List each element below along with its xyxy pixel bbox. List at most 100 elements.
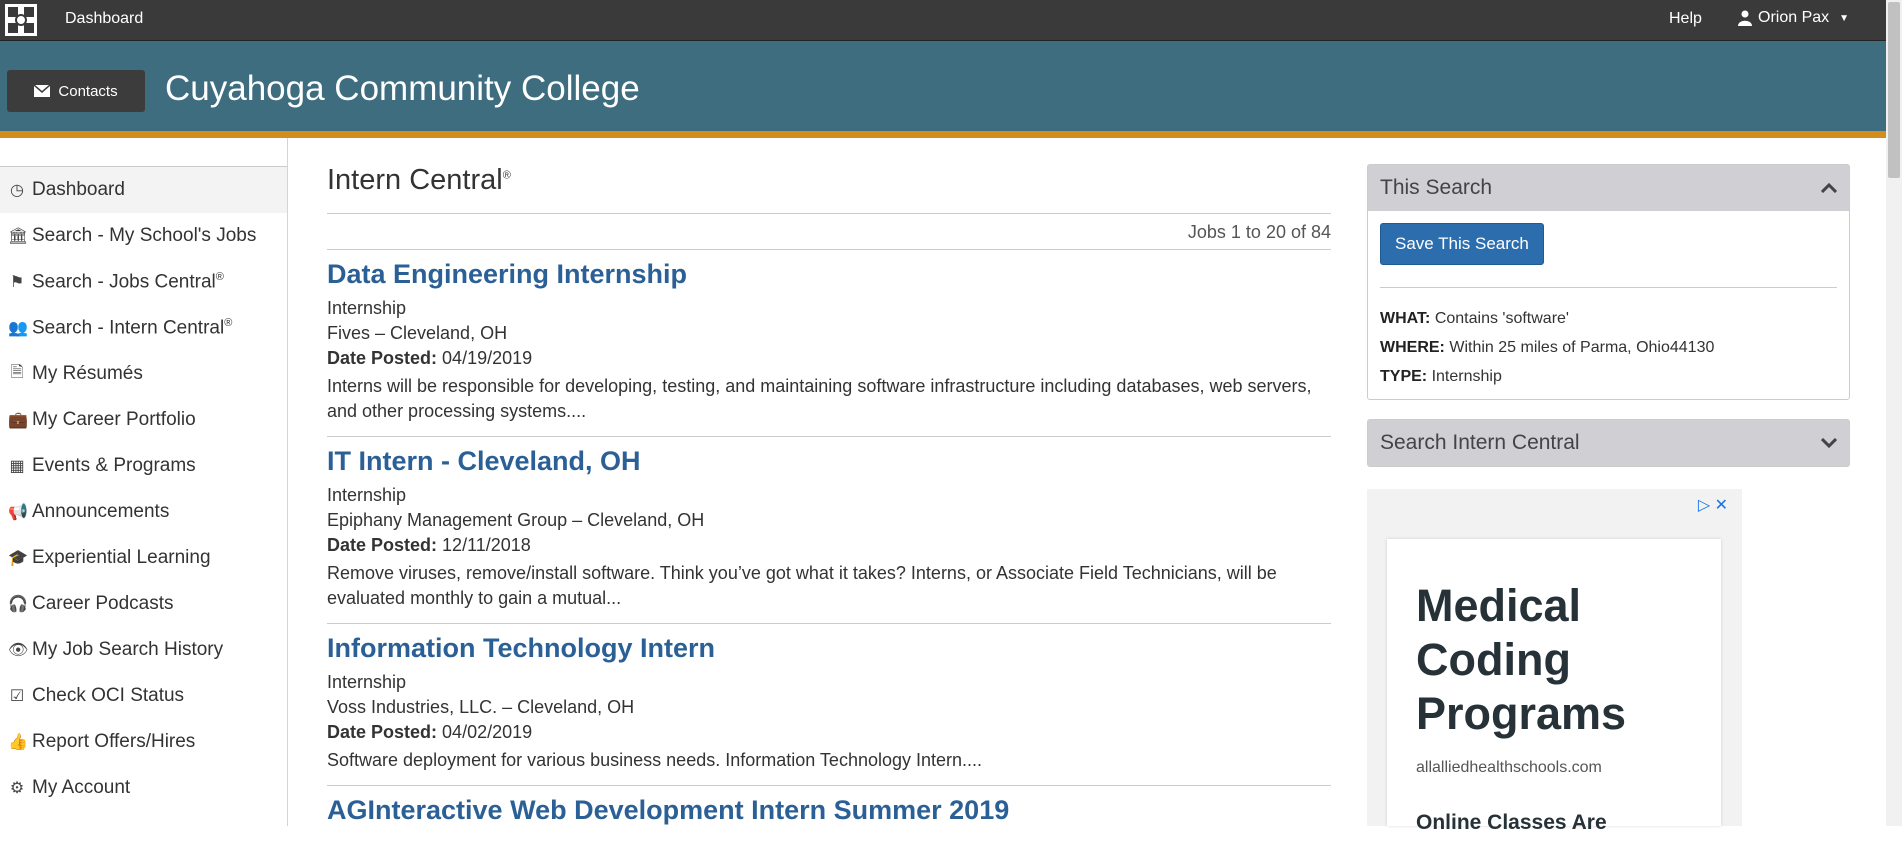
sidebar-item-report-offers[interactable]: 👍 Report Offers/Hires — [0, 719, 287, 765]
chevron-up-icon[interactable] — [1821, 183, 1837, 193]
ad-controls[interactable]: ▷ ✕ — [1698, 495, 1728, 515]
sidebar-item-career-portfolio[interactable]: 💼 My Career Portfolio — [0, 397, 287, 443]
sidebar-item-label: Search - Jobs Central® — [32, 270, 224, 293]
close-icon[interactable]: ✕ — [1715, 497, 1728, 514]
institution-icon: 🏛 — [8, 228, 29, 245]
search-intern-central-heading: Search Intern Central — [1380, 431, 1580, 454]
save-search-button[interactable]: Save This Search — [1380, 223, 1544, 265]
sidebar-item-label: My Account — [32, 777, 131, 798]
sidebar-item-label: Search - Intern Central® — [32, 316, 233, 339]
job-listing: Data Engineering Internship Internship F… — [327, 250, 1331, 437]
top-dashboard-link[interactable]: Dashboard — [65, 10, 143, 28]
sidebar: ◷ Dashboard 🏛 Search - My School's Jobs … — [0, 138, 288, 826]
criteria-where: WHERE: Within 25 miles of Parma, Ohio441… — [1380, 339, 1715, 356]
headphones-icon: 🎧 — [8, 596, 28, 613]
flag-icon: ⚑ — [9, 274, 25, 291]
logo-icon[interactable] — [5, 4, 37, 36]
job-listing: AGInteractive Web Development Intern Sum… — [327, 786, 1331, 844]
page-scrollbar[interactable] — [1886, 0, 1902, 826]
sidebar-item-search-history[interactable]: 👁 My Job Search History — [0, 627, 287, 673]
this-search-header[interactable]: This Search — [1368, 165, 1849, 211]
sidebar-item-label: Search - My School's Jobs — [32, 225, 257, 246]
college-title: Cuyahoga Community College — [165, 69, 640, 108]
user-icon — [1738, 10, 1752, 26]
job-company: Fives – Cleveland, OH — [327, 323, 508, 343]
job-listing: Information Technology Intern Internship… — [327, 624, 1331, 786]
sidebar-item-label: Check OCI Status — [32, 685, 185, 706]
ad-domain: allalliedhealthschools.com — [1416, 759, 1602, 776]
ad-headline[interactable]: Medical Coding Programs — [1416, 579, 1706, 741]
job-description: Interns will be responsible for developi… — [327, 376, 1312, 421]
college-header: Contacts Cuyahoga Community College — [0, 41, 1886, 138]
job-type: Internship — [327, 298, 407, 318]
job-description: Software deployment for various business… — [327, 750, 983, 770]
job-title-link[interactable]: IT Intern - Cleveland, OH — [327, 443, 1331, 479]
help-link[interactable]: Help — [1669, 10, 1702, 28]
envelope-icon — [34, 85, 51, 97]
page-title: Intern Central® — [327, 164, 511, 196]
sidebar-item-label: Events & Programs — [32, 455, 196, 476]
users-icon: 👥 — [8, 320, 28, 337]
sidebar-item-label: Dashboard — [32, 179, 125, 200]
sidebar-item-label: Career Podcasts — [32, 593, 174, 614]
sidebar-item-label: My Career Portfolio — [32, 409, 196, 430]
sidebar-item-podcasts[interactable]: 🎧 Career Podcasts — [0, 581, 287, 627]
job-title-link[interactable]: AGInteractive Web Development Intern Sum… — [327, 792, 1331, 828]
ad-subheadline: Online Classes Are — [1416, 811, 1607, 834]
job-date: Date Posted: 12/11/2018 — [327, 535, 531, 555]
sidebar-item-label: Experiential Learning — [32, 547, 211, 568]
this-search-heading: This Search — [1380, 176, 1493, 199]
this-search-body: Save This Search WHAT: Contains 'softwar… — [1368, 211, 1849, 399]
sidebar-item-label: My Job Search History — [32, 639, 224, 660]
search-intern-central-panel: Search Intern Central — [1367, 419, 1850, 467]
calendar-icon: ▦ — [9, 458, 25, 475]
contacts-label: Contacts — [58, 82, 118, 100]
sidebar-item-oci-status[interactable]: ☑ Check OCI Status — [0, 673, 287, 719]
job-company: Voss Industries, LLC. – Cleveland, OH — [327, 697, 635, 717]
divider — [1380, 287, 1837, 288]
chevron-down-icon[interactable] — [1821, 438, 1837, 448]
criteria-type: TYPE: Internship — [1380, 368, 1502, 385]
briefcase-icon: 💼 — [8, 412, 28, 429]
user-name: Orion Pax — [1758, 9, 1830, 26]
main-content: Intern Central® Jobs 1 to 20 of 84 Data … — [327, 138, 1331, 844]
clock-icon: ◷ — [10, 182, 24, 199]
cogs-icon: ⚙ — [9, 780, 25, 797]
thumbs-up-icon: 👍 — [8, 734, 28, 751]
sidebar-item-resumes[interactable]: 🗎 My Résumés — [0, 351, 287, 397]
eye-icon: 👁 — [8, 642, 29, 659]
advertisement[interactable]: ▷ ✕ Medical Coding Programs allalliedhea… — [1367, 489, 1742, 834]
bullhorn-icon: 📢 — [8, 504, 28, 521]
sidebar-item-intern-central[interactable]: 👥 Search - Intern Central® — [0, 305, 287, 351]
check-square-icon: ☑ — [9, 688, 25, 705]
scrollbar-thumb[interactable] — [1888, 2, 1900, 178]
sidebar-item-experiential-learning[interactable]: 🎓 Experiential Learning — [0, 535, 287, 581]
job-listing: IT Intern - Cleveland, OH Internship Epi… — [327, 437, 1331, 624]
top-navbar: Dashboard Help Orion Pax ▼ — [0, 0, 1886, 41]
graduation-cap-icon: 🎓 — [8, 550, 28, 567]
criteria-what: WHAT: Contains 'software' — [1380, 310, 1569, 327]
chevron-down-icon: ▼ — [1839, 12, 1850, 24]
job-date: Date Posted: 04/19/2019 — [327, 348, 533, 368]
job-title-link[interactable]: Data Engineering Internship — [327, 256, 1331, 292]
ad-card[interactable]: Medical Coding Programs allalliedhealths… — [1387, 539, 1721, 834]
job-type: Internship — [327, 672, 407, 692]
sidebar-item-jobs-central[interactable]: ⚑ Search - Jobs Central® — [0, 259, 287, 305]
ad-choices-icon[interactable]: ▷ — [1698, 497, 1710, 514]
job-type: Internship — [327, 485, 407, 505]
contacts-button[interactable]: Contacts — [7, 70, 145, 112]
sidebar-item-announcements[interactable]: 📢 Announcements — [0, 489, 287, 535]
job-description: Remove viruses, remove/install software.… — [327, 563, 1277, 608]
user-menu[interactable]: Orion Pax ▼ — [1738, 9, 1849, 27]
job-title-link[interactable]: Information Technology Intern — [327, 630, 1331, 666]
sidebar-item-events[interactable]: ▦ Events & Programs — [0, 443, 287, 489]
search-intern-central-header[interactable]: Search Intern Central — [1368, 420, 1849, 466]
sidebar-item-school-jobs[interactable]: 🏛 Search - My School's Jobs — [0, 213, 287, 259]
job-date: Date Posted: 04/02/2019 — [327, 722, 533, 742]
sidebar-item-dashboard[interactable]: ◷ Dashboard — [0, 166, 287, 213]
job-company: Epiphany Management Group – Cleveland, O… — [327, 510, 705, 530]
sidebar-item-label: Report Offers/Hires — [32, 731, 196, 752]
sidebar-item-my-account[interactable]: ⚙ My Account — [0, 765, 287, 811]
sidebar-item-label: Announcements — [32, 501, 170, 522]
jobs-count: Jobs 1 to 20 of 84 — [327, 214, 1331, 250]
